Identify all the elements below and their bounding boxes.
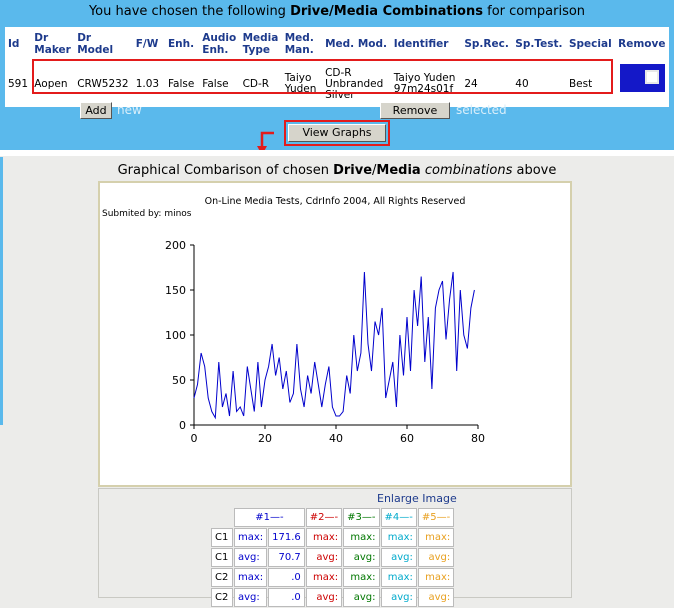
stats-value-1: 171.6 xyxy=(268,528,305,547)
stats-kind-2: max: xyxy=(305,568,343,587)
col-dr-maker: Dr Maker xyxy=(34,32,71,56)
col-id: Id xyxy=(8,38,20,50)
y-tick-label: 200 xyxy=(165,239,186,252)
heading-bold: Drive/Media Combinations xyxy=(290,4,483,19)
col-identifier: Identifier xyxy=(393,38,449,50)
stats-row-label: C2 xyxy=(211,568,233,587)
stats-col-5: #5—- xyxy=(417,508,455,527)
stats-table: #1—- #2—- #3—- #4—- #5—- C1 max: 171.6 max:… xyxy=(210,507,455,608)
stats-kind-1: max: xyxy=(234,528,268,547)
cell-dr-maker: Aopen xyxy=(34,77,68,90)
x-tick-label: 60 xyxy=(400,432,414,445)
graph-title-prefix: Graphical Combarison of chosen xyxy=(117,163,334,178)
stats-kind-3: max: xyxy=(343,528,380,547)
add-hint: new xyxy=(117,103,142,117)
col-med-mod: Med. Mod. xyxy=(325,38,387,50)
add-button[interactable]: Add xyxy=(80,102,112,119)
x-tick-label: 0 xyxy=(191,432,198,445)
page-heading: You have chosen the following Drive/Medi… xyxy=(0,4,674,19)
remove-checkbox[interactable] xyxy=(645,70,659,84)
chart-frame: On-Line Media Tests, CdrInfo 2004, All R… xyxy=(98,181,572,487)
cell-dr-model: CRW5232 xyxy=(77,77,129,90)
cell-fw: 1.03 xyxy=(135,77,160,90)
line-chart: 0 50 100 150 200 0 20 40 60 80 xyxy=(165,239,485,445)
col-enh: Enh. xyxy=(167,38,195,50)
col-med-man: Med. Man. xyxy=(284,32,314,56)
stats-col-4: #4—- xyxy=(380,508,417,527)
stats-kind-2: avg: xyxy=(305,548,343,567)
table-row: 591 Aopen CRW5232 1.03 False False CD-R … xyxy=(5,61,669,107)
y-tick-label: 150 xyxy=(165,284,186,297)
divider-line xyxy=(0,156,674,157)
table-header-row: Id Dr Maker Dr Model F/W Enh. Audio Enh.… xyxy=(5,27,669,61)
col-special: Special xyxy=(568,38,612,50)
graph-title: Graphical Combarison of chosen Drive/Med… xyxy=(0,163,674,178)
cell-id: 591 xyxy=(8,77,29,90)
stats-kind-5: avg: xyxy=(417,548,455,567)
x-tick-label: 20 xyxy=(258,432,272,445)
cell-special: Best xyxy=(568,77,593,90)
stats-row-label: C1 xyxy=(211,548,233,567)
y-tick-label: 100 xyxy=(165,329,186,342)
stats-value-1: 70.7 xyxy=(268,548,305,567)
y-tick-label: 0 xyxy=(179,419,186,432)
remove-button[interactable]: Remove xyxy=(380,102,450,119)
stats-row: C1 max: 171.6 max: max: max: max: xyxy=(211,528,455,547)
y-tick-label: 50 xyxy=(172,374,186,387)
stats-kind-4: max: xyxy=(380,568,417,587)
stats-kind-2: max: xyxy=(305,528,343,547)
view-graphs-button[interactable]: View Graphs xyxy=(288,124,386,142)
stats-kind-4: max: xyxy=(380,528,417,547)
panel-edge xyxy=(0,150,3,425)
cell-med-man: Taiyo Yuden xyxy=(284,72,317,95)
cell-enh: False xyxy=(167,77,195,90)
x-tick-label: 40 xyxy=(329,432,343,445)
stats-kind-1: avg: xyxy=(234,548,268,567)
stats-col-3: #3—- xyxy=(343,508,380,527)
stats-row-label: C1 xyxy=(211,528,233,547)
stats-row: C2 max: .0 max: max: max: max: xyxy=(211,568,455,587)
heading-prefix: You have chosen the following xyxy=(88,4,291,19)
cell-sp-test: 40 xyxy=(515,77,529,90)
stats-kind-4: avg: xyxy=(380,548,417,567)
stats-col-2: #2—- xyxy=(305,508,343,527)
stats-value-1: .0 xyxy=(268,568,305,587)
stats-kind-1: max: xyxy=(234,568,268,587)
col-fw: F/W xyxy=(135,38,159,50)
graph-title-suffix: above xyxy=(512,163,557,178)
stats-kind-5: max: xyxy=(417,568,455,587)
stats-col-1: #1—- xyxy=(234,508,305,527)
cell-sp-rec: 24 xyxy=(464,77,478,90)
series-line xyxy=(193,271,475,420)
x-tick-label: 80 xyxy=(471,432,485,445)
stats-row: C1 avg: 70.7 avg: avg: avg: avg: xyxy=(211,548,455,567)
col-sp-rec: Sp.Rec. xyxy=(464,38,509,50)
col-dr-model: Dr Model xyxy=(77,32,114,56)
col-audio-enh: Audio Enh. xyxy=(202,32,237,56)
remove-hint: selected xyxy=(456,103,507,117)
cell-audio-enh: False xyxy=(202,77,229,90)
graph-title-drive: Drive xyxy=(333,163,373,178)
stats-kind-5: max: xyxy=(417,528,455,547)
heading-suffix: for comparison xyxy=(482,4,586,19)
graph-title-media: Media xyxy=(376,163,421,178)
combination-table: Id Dr Maker Dr Model F/W Enh. Audio Enh.… xyxy=(5,27,669,107)
stats-corner xyxy=(211,508,233,527)
cell-med-mod: CD-R Unbranded Silver xyxy=(325,66,384,101)
cell-media-type: CD-R xyxy=(242,77,270,90)
col-sp-test: Sp.Test. xyxy=(515,38,563,50)
cell-identifier: Taiyo Yuden 97m24s01f xyxy=(393,72,456,95)
col-media-type: Media Type xyxy=(242,32,279,56)
graph-title-italic: combinations xyxy=(424,163,513,178)
stats-header-row: #1—- #2—- #3—- #4—- #5—- xyxy=(211,508,455,527)
enlarge-image-link[interactable]: Enlarge Image xyxy=(377,492,457,505)
col-remove: Remove xyxy=(618,38,666,50)
stats-kind-3: avg: xyxy=(343,548,380,567)
stats-kind-3: max: xyxy=(343,568,380,587)
